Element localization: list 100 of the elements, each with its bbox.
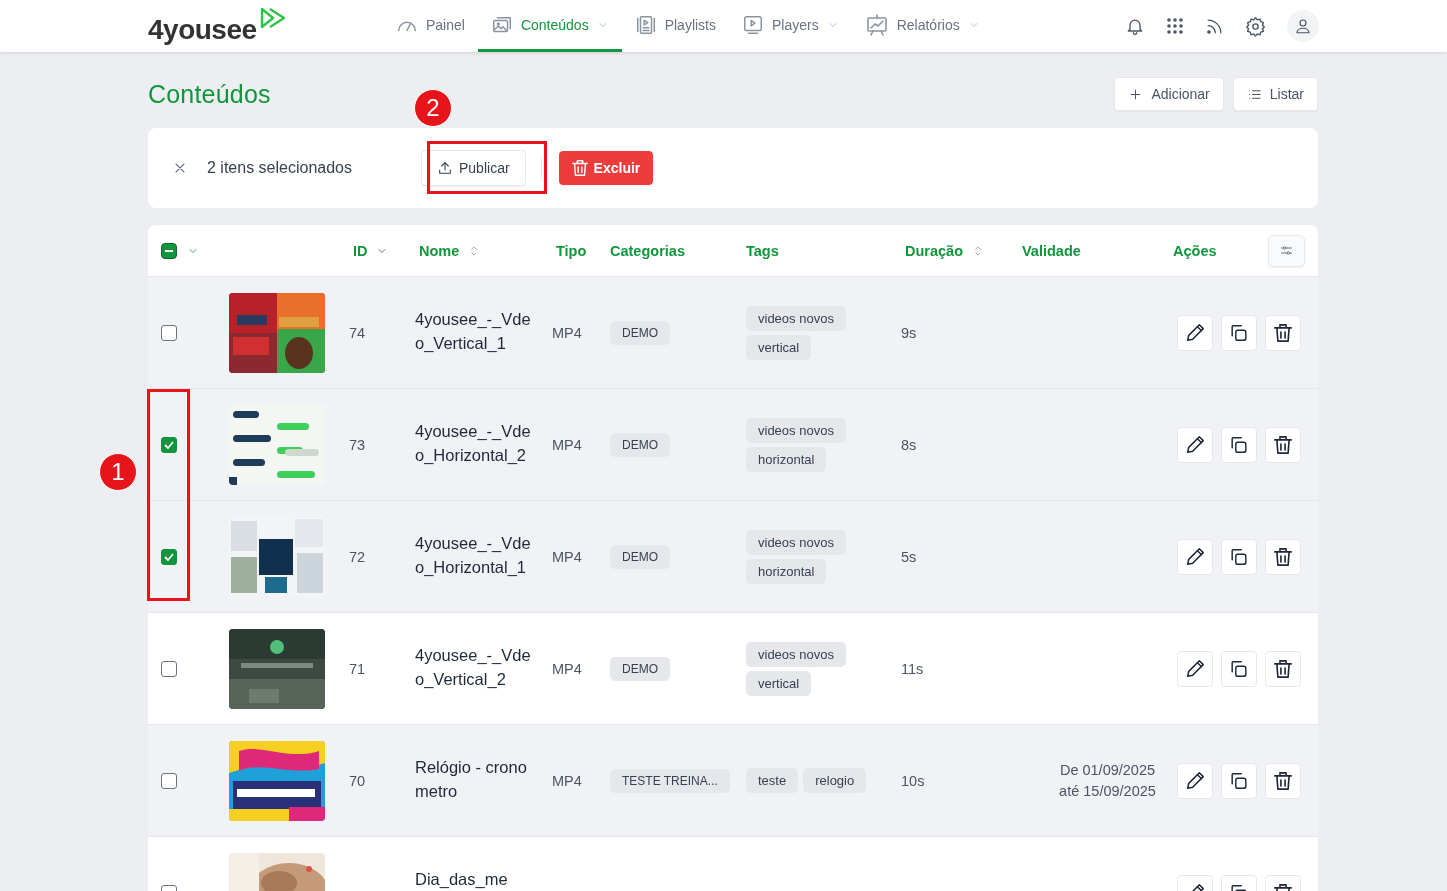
add-button[interactable]: Adicionar (1114, 77, 1224, 111)
category-tag: DEMO (610, 544, 670, 569)
column-header[interactable]: Duração (905, 242, 964, 259)
copy-icon (1231, 436, 1247, 453)
row-checkbox[interactable] (161, 548, 177, 565)
delete-button[interactable]: Excluir (558, 151, 654, 185)
name-cell-text: 4yousee_-_Vdeo_Horizontal_1 (415, 532, 532, 578)
table-row[interactable]: 70 Relógio - cronometro MP4 TESTE TREINA... teste relogio 10s De 01/09/2025 até 15/09/2025 (148, 725, 1318, 837)
type-cell: MP4 (552, 324, 582, 341)
column-header[interactable]: Nome (419, 242, 460, 259)
row-checkbox[interactable] (161, 660, 177, 677)
row-checkbox[interactable] (161, 436, 177, 453)
step-number-badge: 1 (99, 453, 137, 491)
id-cell: 72 (349, 548, 366, 565)
copy-icon (1231, 324, 1247, 341)
page-title: Conteúdos (148, 79, 271, 109)
step-number-badge: 2 (414, 89, 452, 127)
table-row[interactable]: 73 4yousee_-_Vdeo_Horizontal_2 MP4 DEMO videos novos horizontal 8s (148, 389, 1318, 501)
select-all-checkbox[interactable] (161, 242, 177, 259)
playlist-icon (634, 13, 657, 36)
delete-row-button[interactable] (1265, 426, 1301, 463)
duration-cell: 10s (901, 772, 925, 789)
delete-row-button[interactable] (1265, 762, 1301, 799)
trash-icon (1274, 323, 1292, 342)
column-header: Tipo (556, 242, 587, 259)
type-cell: MP4 (552, 660, 582, 677)
category-tag: TESTE TREINA... (610, 768, 730, 793)
table-row[interactable]: 74 4yousee_-_Vdeo_Vertical_1 MP4 DEMO videos novos vertical 9s (148, 277, 1318, 389)
name-cell-text: 4yousee_-_Vdeo_Vertical_2 (415, 644, 532, 690)
trash-icon (1274, 547, 1292, 566)
check-icon (164, 440, 174, 449)
column-header: Tags (746, 242, 779, 259)
nav-tab[interactable]: Relatórios (851, 0, 993, 52)
check-icon (164, 552, 174, 561)
pencil-icon (1186, 324, 1204, 341)
name-cell-text: 4yousee_-_Vdeo_Vertical_1 (415, 308, 532, 354)
nav-tab[interactable]: Playlists (621, 0, 729, 52)
duplicate-button[interactable] (1221, 538, 1257, 575)
id-cell: 74 (349, 324, 366, 341)
brand-name: 4yousee (148, 14, 257, 46)
filter-settings-icon (1279, 243, 1294, 258)
tag: videos novos (746, 529, 846, 555)
delete-row-button[interactable] (1265, 314, 1301, 351)
column-header: Categorias (610, 242, 685, 259)
duration-cell: 5s (901, 548, 917, 565)
duplicate-button[interactable] (1221, 762, 1257, 799)
category-tag: DEMO (610, 320, 670, 345)
category-tag: DEMO (610, 432, 670, 457)
type-cell: MP4 (552, 436, 582, 453)
settings-icon[interactable] (1245, 15, 1266, 37)
trash-icon (571, 160, 588, 176)
plus-icon (1128, 86, 1144, 102)
row-checkbox[interactable] (161, 324, 177, 341)
publish-button[interactable]: Publicar (421, 150, 526, 186)
row-checkbox[interactable] (161, 772, 177, 789)
copy-icon (1231, 548, 1247, 565)
duration-cell: 8s (901, 436, 917, 453)
nav-tab[interactable]: Conteúdos (477, 0, 622, 52)
delete-row-button[interactable] (1265, 650, 1301, 687)
copy-icon (1231, 660, 1247, 677)
tag: teste (746, 768, 799, 793)
duration-cell: 9s (901, 324, 917, 341)
edit-button[interactable] (1177, 426, 1213, 463)
list-button[interactable]: Listar (1232, 77, 1318, 111)
upload-icon (437, 160, 453, 176)
tag: vertical (746, 334, 812, 360)
selection-count: 2 itens selecionados (207, 159, 353, 177)
edit-button[interactable] (1177, 650, 1213, 687)
presentation-chart-icon (864, 12, 889, 37)
pencil-icon (1186, 436, 1204, 453)
nav-tab[interactable]: Painel (383, 0, 478, 52)
column-header[interactable]: ID (353, 242, 368, 259)
duplicate-button[interactable] (1221, 314, 1257, 351)
duplicate-button[interactable] (1221, 650, 1257, 687)
apps-grid-icon[interactable] (1166, 17, 1184, 35)
copy-icon (1231, 772, 1247, 789)
table-row[interactable]: 72 4yousee_-_Vdeo_Horizontal_1 MP4 DEMO videos novos horizontal 5s (148, 501, 1318, 613)
trash-icon (1274, 771, 1292, 790)
edit-button[interactable] (1177, 762, 1213, 799)
edit-button[interactable] (1177, 314, 1213, 351)
validity-cell: De 01/09/2025 até 15/09/2025 (1059, 761, 1156, 799)
edit-button[interactable] (1177, 538, 1213, 575)
category-tag: DEMO (610, 656, 670, 681)
tag: videos novos (746, 305, 846, 331)
minus-icon (165, 249, 173, 252)
user-avatar[interactable] (1287, 10, 1319, 42)
tag: relogio (803, 768, 867, 793)
trash-icon (1274, 435, 1292, 454)
tag: videos novos (746, 417, 846, 443)
duplicate-button[interactable] (1221, 426, 1257, 463)
pencil-icon (1186, 660, 1204, 677)
nav-tab[interactable]: Players (729, 0, 852, 52)
id-cell: 71 (349, 660, 366, 677)
pencil-icon (1186, 548, 1204, 565)
column-header: Ações (1173, 242, 1217, 259)
tag: horizontal (746, 446, 827, 472)
type-cell: MP4 (552, 548, 582, 565)
delete-row-button[interactable] (1265, 538, 1301, 575)
id-cell: 70 (349, 772, 366, 789)
name-cell-text: Dia_das_me (415, 868, 509, 890)
